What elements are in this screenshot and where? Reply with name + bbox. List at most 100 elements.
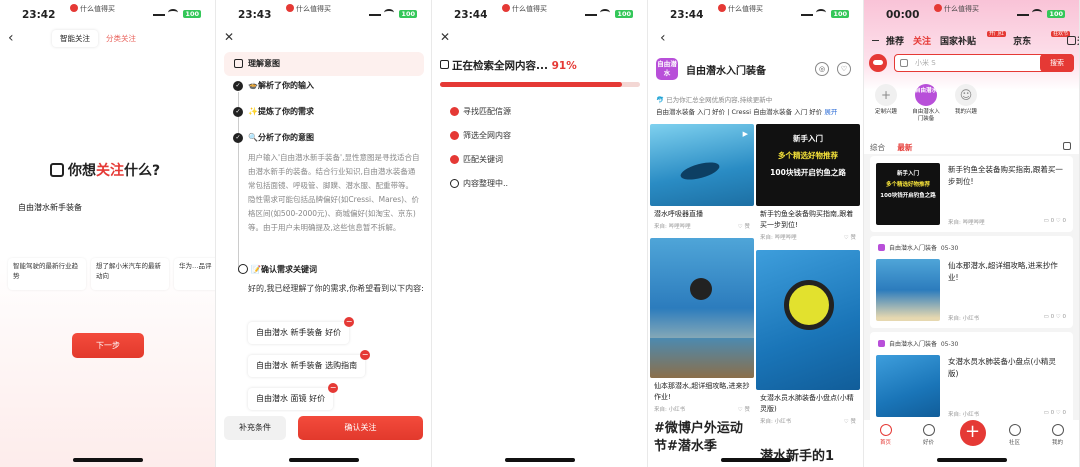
- tab-label: 好价: [922, 440, 934, 446]
- ai-icon: [234, 59, 243, 68]
- search-step: 匹配关键词: [450, 154, 511, 178]
- post-card[interactable]: 自由潜水入门装备 05-30 女潜水员水肺装备小盘点(小精灵版) 来自: 小红书…: [870, 332, 1073, 424]
- search-placeholder: 小米 S: [915, 59, 936, 67]
- add-condition-button[interactable]: 补充条件: [224, 416, 286, 440]
- post-stats: ▭ 0 ♡ 0: [1043, 410, 1066, 416]
- nav-recommend[interactable]: 推荐: [886, 34, 904, 47]
- author-avatar: [878, 340, 885, 347]
- feed-card[interactable]: 新手入门 多个精选好物推荐 100块钱开启钓鱼之路 新手钓鱼全装备购买指南,跟着…: [756, 124, 860, 243]
- signal-icon: [801, 9, 814, 16]
- search-heading: 正在检索全网内容... 91%: [440, 58, 577, 73]
- done-icon: [450, 155, 459, 164]
- scan-icon[interactable]: [900, 59, 908, 67]
- wifi-icon: [168, 9, 179, 16]
- card-like[interactable]: ♡ 赞: [844, 417, 856, 425]
- battery-icon: 100: [399, 10, 417, 18]
- nav-subsidy[interactable]: 国家补贴: [940, 34, 976, 47]
- card-thumbnail: [756, 250, 860, 390]
- suggestion-chip[interactable]: 华为…品评: [174, 258, 215, 290]
- confirm-text: 好的,我已经理解了你的需求,你希望看到以下内容:: [248, 284, 424, 293]
- shortcut-my-interest[interactable]: ☺ 我的兴趣: [950, 84, 982, 123]
- post-title: 新手钓鱼全装备购买指南,跟着买一步到位!: [948, 165, 1063, 186]
- card-like[interactable]: ♡ 赞: [844, 233, 856, 241]
- step-extract: ✓ ✨提炼了你的需求: [233, 106, 424, 132]
- status-bar: 00:00 什么值得买 100: [864, 0, 1079, 28]
- suggestion-chip[interactable]: 智能驾驶的最新行业趋势: [8, 258, 86, 290]
- nav-label: 天猫: [1077, 37, 1079, 47]
- search-step: 寻找匹配信源: [450, 106, 511, 130]
- share-icon[interactable]: ♡: [837, 62, 851, 76]
- cover-text: 新手入门: [896, 171, 919, 177]
- nav-follow[interactable]: 关注: [913, 34, 931, 47]
- back-icon[interactable]: ‹: [8, 30, 14, 46]
- search-input[interactable]: 小米 S 搜索: [894, 54, 1074, 72]
- post-card[interactable]: 新手入门 多个精选好物推荐 100块钱开启钓鱼之路 新手钓鱼全装备购买指南,跟着买一…: [870, 156, 1073, 232]
- author-avatar: [878, 244, 885, 251]
- home-indicator: [504, 458, 575, 462]
- topic-header: 自由潜水 自由潜水入门装备: [656, 58, 766, 80]
- battery-icon: 100: [1047, 10, 1065, 18]
- tab-me[interactable]: 我的: [1046, 424, 1070, 467]
- status-time: 00:00: [886, 9, 920, 21]
- grid-icon[interactable]: [1067, 36, 1076, 45]
- remove-icon[interactable]: −: [360, 350, 371, 360]
- feed-card-title[interactable]: 潜水新手的1: [756, 444, 860, 467]
- wifi-icon: [600, 9, 611, 16]
- settings-icon[interactable]: ◎: [815, 62, 829, 76]
- plus-icon: +: [875, 84, 897, 106]
- card-like[interactable]: ♡ 赞: [738, 222, 750, 230]
- tab-home[interactable]: 首页: [874, 424, 898, 467]
- search-step-label: 筛选全网内容: [463, 131, 511, 140]
- shortcut-topic[interactable]: 自由潜水 自由潜水入门装备: [910, 84, 942, 123]
- tab-smart-follow[interactable]: 智能关注: [52, 30, 98, 47]
- cover-text: 多个精选好物推荐: [885, 182, 930, 188]
- back-icon[interactable]: ‹: [660, 30, 666, 46]
- confirm-follow-button[interactable]: 确认关注: [298, 416, 423, 440]
- card-source: 来自: 哔哩哔哩: [760, 235, 797, 241]
- remove-icon[interactable]: −: [344, 317, 355, 327]
- ai-icon: [50, 163, 64, 177]
- tab-overall[interactable]: 综合: [870, 143, 885, 152]
- status-time: 23:42: [22, 9, 56, 21]
- search-button[interactable]: 搜索: [1040, 54, 1074, 72]
- nav-jd[interactable]: 开门红京东: [985, 31, 1040, 47]
- status-bar: 23:44 什么值得买 100: [432, 0, 647, 28]
- mascot-icon[interactable]: [869, 54, 887, 72]
- progress-fill: [440, 82, 622, 87]
- card-title: 女潜水员水肺装备小盘点(小精灵版): [760, 394, 854, 413]
- status-bar: 23:44 什么值得买 100: [648, 0, 863, 28]
- post-card[interactable]: 自由潜水入门装备 05-30 仙本那潜水,超详细攻略,进来抄作业! 来自: 小红…: [870, 236, 1073, 328]
- feed-card[interactable]: 仙本那潜水,超详细攻略,进来抄作业! 来自: 小红书 ♡ 赞: [650, 238, 754, 415]
- remove-icon[interactable]: −: [328, 383, 339, 393]
- post-source: 来自: 小红书: [948, 316, 980, 322]
- expand-link[interactable]: 展开: [824, 108, 837, 116]
- cover-text: 多个精选好物推荐: [778, 151, 838, 160]
- shortcut-custom-interest[interactable]: + 定制兴趣: [870, 84, 902, 123]
- suggestion-chip[interactable]: 想了解小米汽车的最新动向: [91, 258, 169, 290]
- keyword-chip[interactable]: 自由潜水 面镜 好价 −: [248, 383, 339, 410]
- filter-icon[interactable]: [1063, 142, 1071, 150]
- feed-card[interactable]: 女潜水员水肺装备小盘点(小精灵版) 来自: 小红书 ♡ 赞: [756, 250, 860, 427]
- composite-screenshots: 23:42 什么值得买 100 ‹ 智能关注 分类关注 你想关注什么? 自由潜水…: [0, 0, 1080, 467]
- step-label: ✨提炼了你的需求: [248, 107, 314, 116]
- close-icon[interactable]: ✕: [440, 30, 450, 44]
- keyword-chip[interactable]: 自由潜水 新手装备 好价 −: [248, 317, 355, 344]
- feed-card-title[interactable]: #微博户外运动节#潜水季: [650, 416, 754, 460]
- card-like[interactable]: ♡ 赞: [738, 405, 750, 413]
- signal-icon: [1017, 9, 1030, 16]
- home-indicator: [288, 458, 359, 462]
- dynamic-island: 什么值得买: [502, 4, 547, 14]
- status-time: 23:43: [238, 9, 272, 21]
- title-part-2: 什么?: [124, 163, 161, 179]
- app-name: 什么值得买: [80, 5, 115, 13]
- next-button[interactable]: 下一步: [72, 333, 144, 358]
- wifi-icon: [384, 9, 395, 16]
- interest-input[interactable]: 自由潜水新手装备: [8, 192, 208, 254]
- card-thumbnail: 新手入门 多个精选好物推荐 100块钱开启钓鱼之路: [756, 124, 860, 206]
- close-icon[interactable]: ✕: [224, 30, 234, 44]
- feed-card[interactable]: ▶ 潜水呼吸器直播 来自: 哔哩哔哩 ♡ 赞: [650, 124, 754, 232]
- keyword-chip[interactable]: 自由潜水 新手装备 选购指南 −: [248, 350, 371, 377]
- tab-category-follow[interactable]: 分类关注: [98, 30, 144, 47]
- post-title: 女潜水员水肺装备小盘点(小精灵版): [948, 357, 1056, 378]
- source-info: 🐬 已为你汇总全网优质内容,持续更新中 自由潜水装备 入门 好价 | Cress…: [656, 94, 861, 118]
